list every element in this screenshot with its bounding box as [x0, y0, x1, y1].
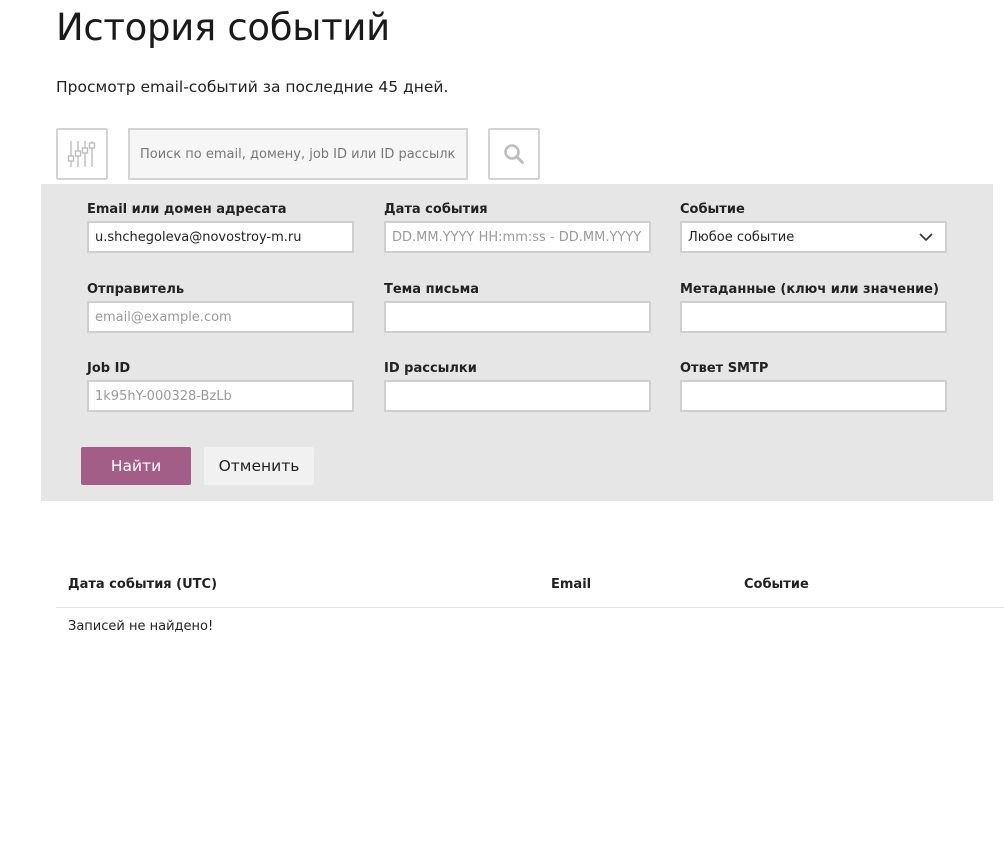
- event-field-group: Событие Любое событие: [680, 202, 947, 253]
- event-label: Событие: [680, 202, 745, 217]
- sliders-icon: [67, 141, 96, 167]
- recipient-input[interactable]: [87, 221, 354, 253]
- event-select-value: Любое событие: [688, 229, 795, 245]
- submit-search-button[interactable]: Найти: [81, 447, 191, 485]
- subject-field-group: Тема письма: [384, 282, 651, 333]
- campaign-id-field-group: ID рассылки: [384, 361, 651, 412]
- search-icon: [504, 144, 524, 164]
- filters-toggle-button[interactable]: [56, 128, 108, 180]
- empty-results-message: Записей не найдено!: [68, 619, 214, 634]
- subject-input[interactable]: [384, 301, 651, 333]
- smtp-response-input[interactable]: [680, 380, 947, 412]
- job-id-label: Job ID: [87, 361, 131, 376]
- page-subtitle: Просмотр email-событий за последние 45 д…: [56, 78, 449, 96]
- metadata-label: Метаданные (ключ или значение): [680, 282, 939, 297]
- event-date-input[interactable]: [384, 221, 651, 253]
- recipient-field-group: Email или домен адресата: [87, 202, 354, 253]
- chevron-down-icon: [919, 230, 933, 244]
- sender-label: Отправитель: [87, 282, 185, 297]
- event-select[interactable]: Любое событие: [680, 221, 947, 253]
- campaign-id-label: ID рассылки: [384, 361, 477, 376]
- subject-label: Тема письма: [384, 282, 480, 297]
- event-date-field-group: Дата события: [384, 202, 651, 253]
- job-id-input[interactable]: [87, 380, 354, 412]
- event-date-label: Дата события: [384, 202, 488, 217]
- recipient-label: Email или домен адресата: [87, 202, 287, 217]
- page-title: История событий: [56, 6, 390, 49]
- results-table-header: Дата события (UTC) Email Событие: [56, 568, 1004, 608]
- metadata-input[interactable]: [680, 301, 947, 333]
- search-button[interactable]: [488, 128, 540, 180]
- smtp-response-field-group: Ответ SMTP: [680, 361, 947, 412]
- job-id-field-group: Job ID: [87, 361, 354, 412]
- column-header-email[interactable]: Email: [551, 577, 591, 592]
- sender-field-group: Отправитель: [87, 282, 354, 333]
- sender-input[interactable]: [87, 301, 354, 333]
- search-input[interactable]: [128, 128, 468, 180]
- metadata-field-group: Метаданные (ключ или значение): [680, 282, 947, 333]
- cancel-button[interactable]: Отменить: [204, 447, 314, 485]
- column-header-event[interactable]: Событие: [744, 577, 809, 592]
- filter-panel: Email или домен адресата Дата события Со…: [41, 184, 993, 501]
- campaign-id-input[interactable]: [384, 380, 651, 412]
- column-header-event-date[interactable]: Дата события (UTC): [68, 577, 217, 592]
- smtp-response-label: Ответ SMTP: [680, 361, 769, 376]
